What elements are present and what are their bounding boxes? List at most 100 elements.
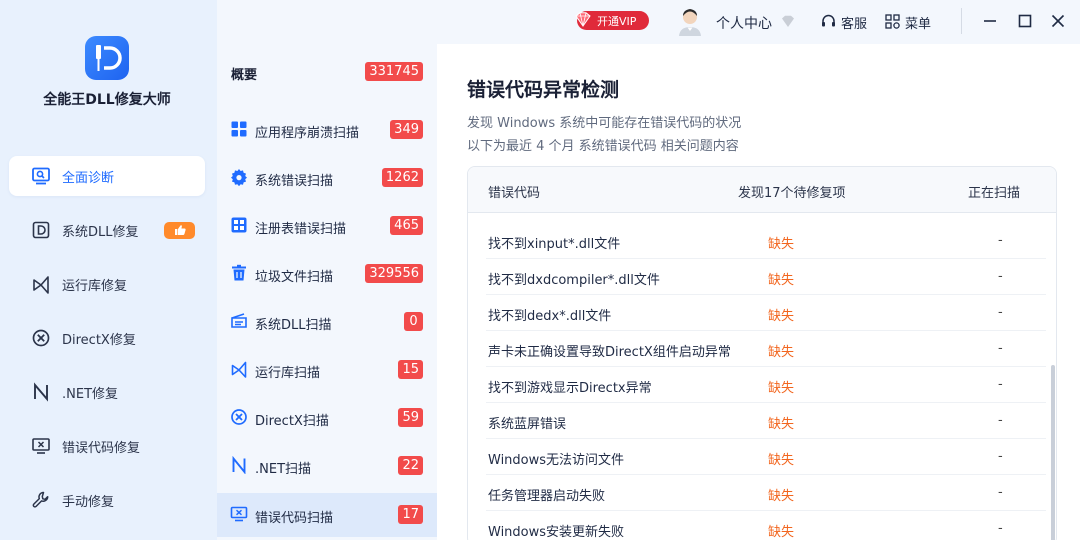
column-header-scanning: 正在扫描 (968, 186, 1021, 201)
error-name: 找不到dxdcompiler*.dll文件 (488, 273, 660, 288)
scan-item-system-error[interactable]: 系统错误扫描 1262 (217, 156, 437, 200)
status-missing: 缺失 (768, 381, 795, 396)
minimize-icon[interactable] (983, 14, 997, 28)
table-scrollbar[interactable] (1051, 365, 1055, 540)
scan-label: 应用程序崩溃扫描 (255, 126, 360, 141)
menu-link[interactable]: 菜单 (905, 13, 931, 32)
close-icon[interactable] (1051, 14, 1065, 28)
table-row[interactable]: Windows无法访问文件 缺失 - (468, 439, 1048, 475)
scan-status: - (998, 521, 1003, 536)
scan-label: .NET扫描 (255, 462, 312, 477)
scan-count-badge: 465 (390, 216, 423, 235)
table-row[interactable]: 找不到xinput*.dll文件 缺失 - (468, 223, 1048, 259)
scan-status: - (998, 413, 1003, 428)
dll-d-icon (32, 221, 50, 239)
status-missing: 缺失 (768, 237, 795, 252)
title-bar: 开通VIP 个人中心 客服 菜单 (437, 0, 1080, 44)
error-name: 任务管理器启动失败 (488, 489, 606, 504)
nav-item-dotnet[interactable]: .NET修复 (9, 372, 205, 412)
wrench-icon (32, 491, 49, 508)
nav-label: 运行库修复 (62, 279, 128, 294)
error-name: 找不到xinput*.dll文件 (488, 237, 621, 252)
titlebar-divider (961, 8, 962, 34)
error-name: 系统蓝屏错误 (488, 417, 567, 432)
table-row[interactable]: 找不到dxdcompiler*.dll文件 缺失 - (468, 259, 1048, 295)
scan-count-badge: 22 (398, 456, 423, 475)
status-missing: 缺失 (768, 273, 795, 288)
status-missing: 缺失 (768, 345, 795, 360)
scan-item-runtime[interactable]: 运行库扫描 15 (217, 348, 437, 392)
nav-label: DirectX修复 (62, 333, 136, 348)
maximize-icon[interactable] (1018, 14, 1032, 28)
overview-label: 概要 (231, 68, 258, 83)
registry-icon (231, 217, 247, 233)
vip-label: 开通VIP (597, 15, 637, 28)
directx-icon (231, 409, 247, 425)
grid-icon (231, 121, 247, 137)
app-name: 全能王DLL修复大师 (43, 92, 171, 108)
service-link[interactable]: 客服 (841, 13, 867, 32)
scan-item-dotnet[interactable]: .NET扫描 22 (217, 444, 437, 488)
user-center-link[interactable]: 个人中心 (716, 13, 772, 33)
scan-status: - (998, 485, 1003, 500)
vip-button[interactable]: 开通VIP (575, 11, 649, 30)
table-row[interactable]: 任务管理器启动失败 缺失 - (468, 475, 1048, 511)
nav-item-manual-repair[interactable]: 手动修复 (9, 480, 205, 520)
error-name: 找不到dedx*.dll文件 (488, 309, 612, 324)
overview-count-badge: 331745 (365, 62, 423, 81)
status-missing: 缺失 (768, 309, 795, 324)
scan-count-badge: 17 (398, 505, 423, 524)
table-row[interactable]: 声卡未正确设置导致DirectX组件启动异常 缺失 - (468, 331, 1048, 367)
nav-item-runtime[interactable]: 运行库修复 (9, 264, 205, 304)
nav-label: 手动修复 (62, 495, 115, 510)
sidebar: 全能王DLL修复大师 全面诊断 系统DLL修复 运行库修复 DirectX修复 … (0, 0, 217, 540)
scan-item-directx[interactable]: DirectX扫描 59 (217, 396, 437, 440)
nav-label: 系统DLL修复 (62, 225, 139, 240)
monitor-search-icon (32, 167, 50, 185)
nav-item-error-code[interactable]: 错误代码修复 (9, 426, 205, 466)
runtime-icon (231, 361, 247, 378)
scan-count-badge: 0 (404, 312, 423, 331)
column-header-error-code: 错误代码 (488, 186, 541, 201)
scan-label: 注册表错误扫描 (255, 222, 347, 237)
nav-item-system-dll[interactable]: 系统DLL修复 (9, 210, 205, 250)
scan-label: 系统错误扫描 (255, 174, 334, 189)
description-line-1: 发现 Windows 系统中可能存在错误代码的状况 (467, 116, 742, 131)
status-missing: 缺失 (768, 417, 795, 432)
table-row[interactable]: 找不到游戏显示Directx异常 缺失 - (468, 367, 1048, 403)
scan-item-app-crash[interactable]: 应用程序崩溃扫描 349 (217, 108, 437, 152)
table-row[interactable]: 找不到dedx*.dll文件 缺失 - (468, 295, 1048, 331)
scan-count-badge: 15 (398, 360, 423, 379)
scan-status: - (998, 377, 1003, 392)
scan-status: - (998, 233, 1003, 248)
scan-label: 错误代码扫描 (255, 511, 334, 526)
status-missing: 缺失 (768, 453, 795, 468)
table-row[interactable]: Windows安装更新失败 缺失 - (468, 511, 1048, 540)
menu-grid-icon (885, 14, 900, 29)
main-panel: 错误代码异常检测 发现 Windows 系统中可能存在错误代码的状况 以下为最近… (437, 44, 1080, 540)
nav-label: 错误代码修复 (62, 441, 141, 456)
scan-item-system-dll[interactable]: 系统DLL扫描 0 (217, 300, 437, 344)
scan-status: - (998, 305, 1003, 320)
nav-label: .NET修复 (62, 387, 119, 402)
error-name: 声卡未正确设置导致DirectX组件启动异常 (488, 345, 731, 360)
error-name: 找不到游戏显示Directx异常 (488, 381, 652, 396)
description-line-2: 以下为最近 4 个月 系统错误代码 相关问题内容 (467, 139, 739, 154)
scan-count-badge: 1262 (381, 168, 423, 187)
nav-item-directx[interactable]: DirectX修复 (9, 318, 205, 358)
scan-item-error-code[interactable]: 错误代码扫描 17 (217, 493, 437, 537)
table-row[interactable]: 系统蓝屏错误 缺失 - (468, 403, 1048, 439)
page-title: 错误代码异常检测 (467, 79, 620, 101)
directx-icon (32, 329, 50, 347)
scan-item-junk-files[interactable]: 垃圾文件扫描 329556 (217, 252, 437, 296)
scan-label: DirectX扫描 (255, 414, 329, 429)
scan-item-registry[interactable]: 注册表错误扫描 465 (217, 204, 437, 248)
error-screen-icon (230, 506, 248, 522)
dll-scan-icon (231, 313, 247, 328)
scan-count-badge: 349 (390, 120, 423, 139)
scan-status: - (998, 341, 1003, 356)
nav-item-full-diagnosis[interactable]: 全面诊断 (9, 156, 205, 196)
runtime-icon (33, 276, 49, 294)
avatar[interactable] (678, 8, 702, 36)
app-logo (85, 36, 129, 80)
